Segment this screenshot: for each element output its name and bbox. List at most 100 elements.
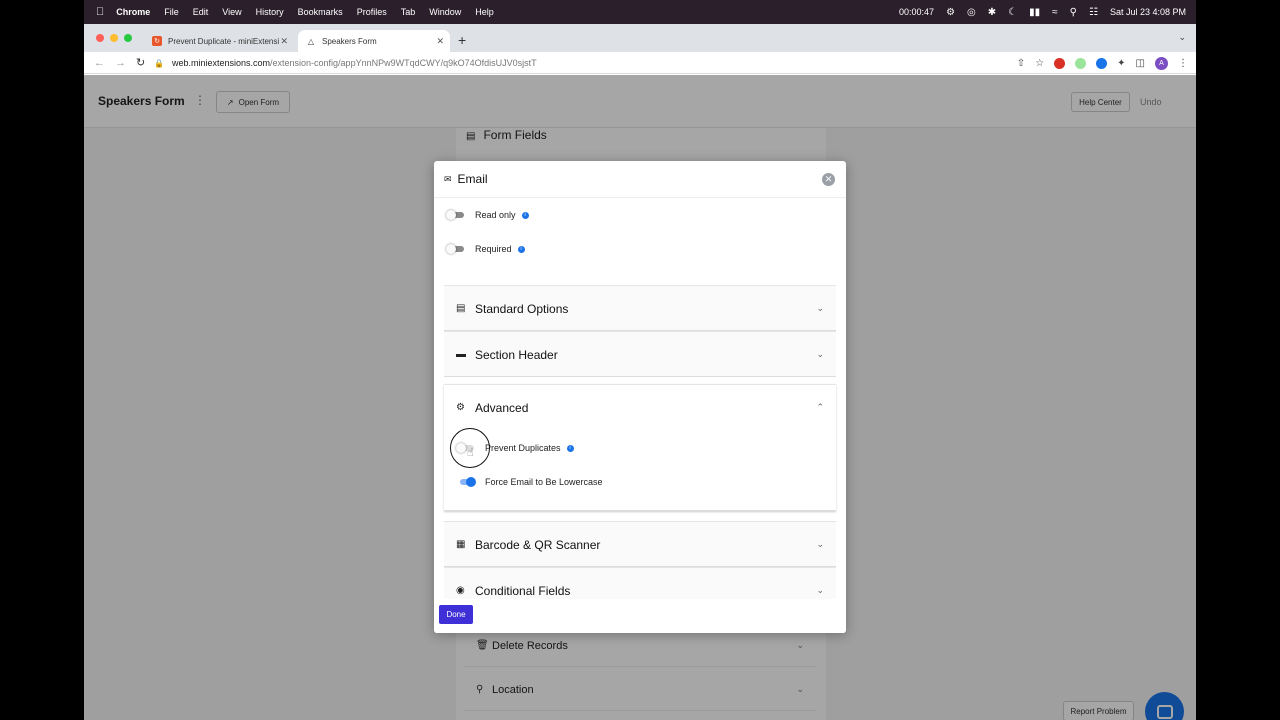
chevron-down-icon: ⌄ xyxy=(816,349,824,359)
menu-profiles[interactable]: Profiles xyxy=(357,7,387,17)
read-only-label: Read only xyxy=(475,210,516,220)
toolbar-icons: ⇧ ☆ ✦ ◫ A ⋮ xyxy=(1017,52,1188,74)
modal-title: Email xyxy=(457,172,488,186)
macos-menu-bar:  Chrome File Edit View History Bookmark… xyxy=(84,0,1196,24)
section-label: Barcode & QR Scanner xyxy=(475,537,601,552)
control-center-icon[interactable]: ☷ xyxy=(1089,7,1098,18)
letterbox-left xyxy=(0,0,84,720)
chevron-down-icon[interactable]: ⌄ xyxy=(1178,32,1186,43)
section-header[interactable]: ▤ Standard Options xyxy=(444,286,836,331)
section-advanced: ⚙ Advanced ⌃ Prevent Duplicates i Force … xyxy=(444,384,836,511)
menu-window[interactable]: Window xyxy=(429,7,461,17)
menu-tab[interactable]: Tab xyxy=(401,7,416,17)
back-icon[interactable]: ← xyxy=(94,57,105,69)
modal-header: ✉ Email ✕ xyxy=(434,161,846,198)
url-path: /extension-config/appYnnNPw9WTqdCWY/q9kO… xyxy=(270,58,537,68)
tab-title: Prevent Duplicate - miniExtensi xyxy=(168,36,280,46)
reload-icon[interactable]: ↻ xyxy=(136,56,145,69)
extension-green-icon[interactable] xyxy=(1075,57,1087,69)
tab-prevent-duplicate[interactable]: ↻ Prevent Duplicate - miniExtensi ✕ xyxy=(144,30,294,52)
browser-window: ↻ Prevent Duplicate - miniExtensi ✕ △ Sp… xyxy=(84,24,1196,720)
header-icon: ▬ xyxy=(456,349,466,360)
puzzle-icon[interactable]: ✦ xyxy=(1117,58,1125,69)
clock[interactable]: Sat Jul 23 4:08 PM xyxy=(1110,7,1186,17)
settings-status-icon[interactable]: ⚙ xyxy=(946,7,955,18)
section-label: Section Header xyxy=(475,347,558,362)
page-content: Speakers Form ⋮ ↗ Open Form Help Center … xyxy=(84,75,1196,720)
extension-red-icon[interactable] xyxy=(1054,57,1066,69)
done-button[interactable]: Done xyxy=(439,605,473,624)
section-section-header[interactable]: ▬ Section Header ⌄ xyxy=(444,331,836,377)
bluetooth-icon[interactable]: ✱ xyxy=(988,7,996,18)
address-bar[interactable]: 🔒 web.miniextensions.com/extension-confi… xyxy=(154,54,1054,72)
triangle-favicon: △ xyxy=(307,36,315,46)
required-row: Required i xyxy=(446,244,525,254)
chevron-down-icon: ⌄ xyxy=(816,303,824,313)
section-header[interactable]: ▬ Section Header xyxy=(444,332,836,377)
section-header[interactable]: ⚙ Advanced xyxy=(444,385,836,430)
menu-help[interactable]: Help xyxy=(475,7,494,17)
letterbox-right xyxy=(1196,0,1280,720)
recording-timer[interactable]: 00:00:47 xyxy=(899,7,934,17)
close-icon[interactable]: ✕ xyxy=(280,36,288,47)
url-host: web.miniextensions.com xyxy=(171,58,271,68)
chevron-down-icon: ⌄ xyxy=(816,585,824,595)
required-toggle[interactable] xyxy=(446,244,466,254)
miniextensions-favicon: ↻ xyxy=(152,36,162,46)
status-area: 00:00:47 ⚙ ◎ ✱ ☾ ▮▮ ≈ ⚲ ☷ Sat Jul 23 4:0… xyxy=(899,0,1186,24)
more-menu-icon[interactable]: ⋮ xyxy=(1178,58,1188,69)
menu-edit[interactable]: Edit xyxy=(193,7,209,17)
moon-icon[interactable]: ☾ xyxy=(1008,7,1017,18)
search-icon[interactable]: ⚲ xyxy=(1070,7,1077,18)
browser-toolbar: ← → ↻ 🔒 web.miniextensions.com/extension… xyxy=(84,52,1196,74)
chevron-up-icon: ⌃ xyxy=(816,402,824,412)
zoom-window-icon[interactable] xyxy=(124,34,132,42)
chevron-down-icon: ⌄ xyxy=(816,539,824,549)
modal-footer xyxy=(434,599,846,633)
minimize-window-icon[interactable] xyxy=(110,34,118,42)
side-panel-icon[interactable]: ◫ xyxy=(1136,58,1145,69)
section-header[interactable]: ▦ Barcode & QR Scanner xyxy=(444,522,836,567)
info-icon[interactable]: i xyxy=(521,211,529,219)
required-label: Required xyxy=(475,244,512,254)
menu-file[interactable]: File xyxy=(164,7,179,17)
extension-blue-icon[interactable] xyxy=(1096,57,1108,69)
forward-icon[interactable]: → xyxy=(115,57,126,69)
section-standard-options[interactable]: ▤ Standard Options ⌄ xyxy=(444,285,836,331)
record-status-icon[interactable]: ◎ xyxy=(967,7,976,18)
info-icon[interactable]: i xyxy=(517,245,525,253)
close-window-icon[interactable] xyxy=(96,34,104,42)
hand-cursor-icon: ☝ xyxy=(467,447,474,459)
menu-view[interactable]: View xyxy=(222,7,241,17)
apple-icon[interactable]:  xyxy=(96,6,104,18)
section-label: Conditional Fields xyxy=(475,583,571,598)
menu-history[interactable]: History xyxy=(256,7,284,17)
share-icon[interactable]: ⇧ xyxy=(1017,58,1025,69)
profile-avatar[interactable]: A xyxy=(1155,56,1168,70)
force-lowercase-row: Force Email to Be Lowercase xyxy=(456,477,603,487)
section-barcode-qr[interactable]: ▦ Barcode & QR Scanner ⌄ xyxy=(444,521,836,567)
tab-strip: ↻ Prevent Duplicate - miniExtensi ✕ △ Sp… xyxy=(84,24,1196,52)
clipboard-icon: ▤ xyxy=(456,303,466,314)
force-lowercase-toggle[interactable] xyxy=(456,477,476,487)
battery-icon[interactable]: ▮▮ xyxy=(1029,7,1040,18)
close-icon[interactable]: ✕ xyxy=(822,173,835,186)
eye-icon: ◉ xyxy=(456,585,465,596)
field-settings-modal: ✉ Email ✕ Read only i Required i ▤ Stand… xyxy=(434,161,846,633)
info-icon[interactable]: i xyxy=(566,444,574,452)
read-only-toggle[interactable] xyxy=(446,210,466,220)
screen:  Chrome File Edit View History Bookmark… xyxy=(0,0,1280,720)
qr-code-icon: ▦ xyxy=(456,539,466,550)
menu-bookmarks[interactable]: Bookmarks xyxy=(298,7,343,17)
wifi-icon[interactable]: ≈ xyxy=(1052,7,1058,18)
tab-title: Speakers Form xyxy=(322,36,377,46)
lock-icon[interactable]: 🔒 xyxy=(154,59,164,68)
menu-app-name[interactable]: Chrome xyxy=(116,7,150,17)
prevent-duplicates-label: Prevent Duplicates xyxy=(485,443,561,453)
tab-speakers-form[interactable]: △ Speakers Form ✕ xyxy=(298,30,450,52)
new-tab-icon[interactable]: + xyxy=(458,32,466,48)
envelope-icon: ✉ xyxy=(444,173,452,184)
bookmark-star-icon[interactable]: ☆ xyxy=(1035,58,1044,69)
close-icon[interactable]: ✕ xyxy=(436,36,444,47)
force-lowercase-label: Force Email to Be Lowercase xyxy=(485,477,603,487)
